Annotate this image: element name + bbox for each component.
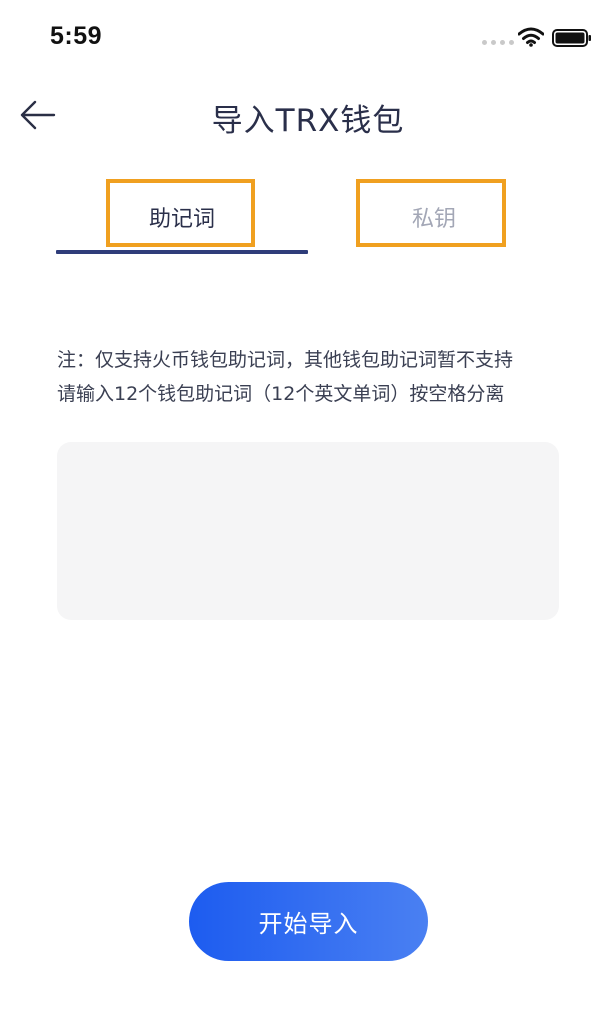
mnemonic-input[interactable] bbox=[57, 442, 559, 620]
battery-icon bbox=[552, 29, 591, 47]
note-line-support: 注：仅支持火币钱包助记词，其他钱包助记词暂不支持 bbox=[57, 349, 514, 371]
tab-mnemonic-label: 助记词 bbox=[148, 207, 215, 232]
tab-bar: 助记词 私钥 bbox=[0, 175, 616, 257]
status-time: 5:59 bbox=[50, 22, 103, 50]
active-tab-indicator bbox=[56, 250, 308, 254]
wifi-icon bbox=[518, 27, 544, 47]
nav-bar: 导入TRX钱包 bbox=[0, 85, 616, 145]
start-import-button[interactable]: 开始导入 bbox=[189, 882, 428, 961]
tab-private-key[interactable]: 私钥 bbox=[308, 179, 560, 249]
status-bar: 5:59 bbox=[0, 0, 616, 76]
page-title: 导入TRX钱包 bbox=[211, 103, 405, 139]
tab-mnemonic[interactable]: 助记词 bbox=[56, 179, 308, 249]
import-notes: 注：仅支持火币钱包助记词，其他钱包助记词暂不支持 请输入12个钱包助记词（12个… bbox=[57, 343, 567, 411]
signal-icon bbox=[482, 40, 514, 46]
note-line-instruction: 请输入12个钱包助记词（12个英文单词）按空格分离 bbox=[57, 383, 505, 405]
tab-private-key-label: 私钥 bbox=[411, 207, 456, 232]
